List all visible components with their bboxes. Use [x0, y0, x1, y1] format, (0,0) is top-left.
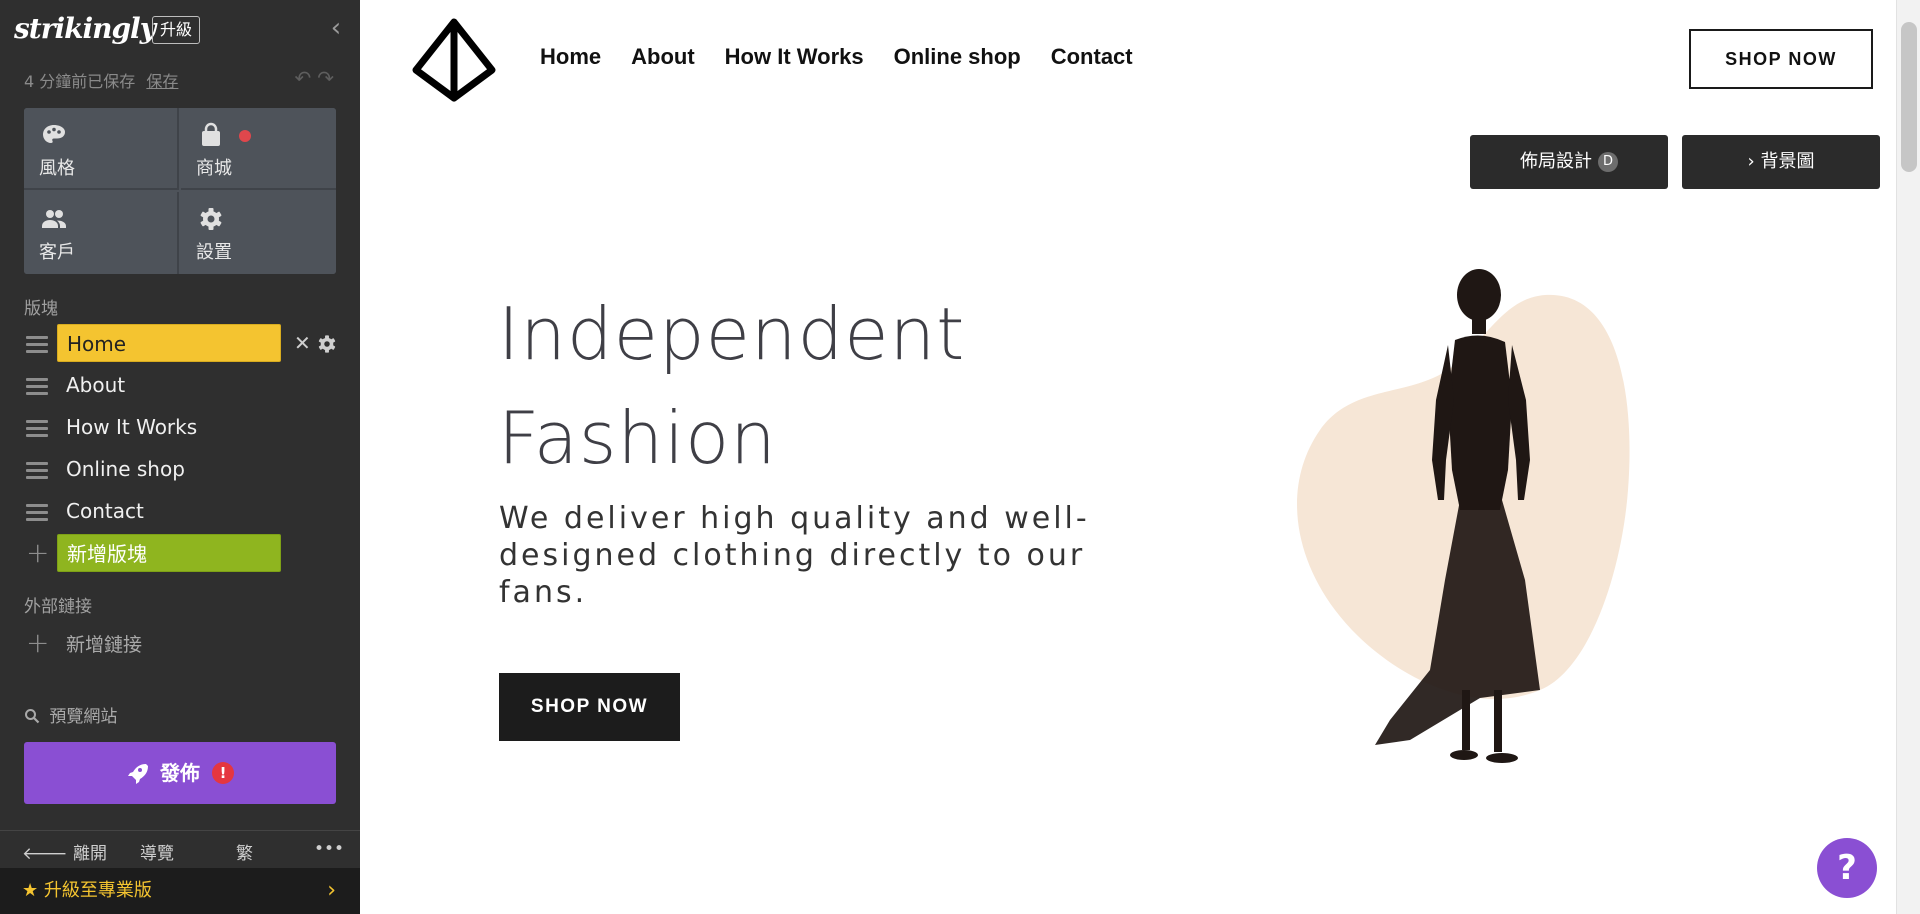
help-button[interactable]: ? [1817, 838, 1877, 898]
tile-style-label: 風格 [39, 158, 75, 179]
drag-handle-icon[interactable] [26, 504, 48, 521]
save-status-row: 4 分鐘前已保存 保存 ↶↷ [24, 66, 340, 92]
search-icon [25, 709, 40, 724]
strikingly-logo: strikingly [14, 12, 156, 45]
people-icon [42, 210, 66, 228]
more-options-icon[interactable]: ••• [314, 839, 344, 859]
block-row-home[interactable]: Home ✕ [0, 324, 360, 364]
exit-label: 離開 [73, 844, 107, 864]
tile-customers-label: 客戶 [39, 242, 75, 263]
alert-icon: ! [212, 762, 234, 784]
save-status-text: 4 分鐘前已保存 [24, 72, 136, 91]
plus-icon: + [26, 626, 50, 659]
hero-title-line1: Independent [498, 292, 966, 376]
background-image-button[interactable]: › 背景圖 [1682, 135, 1880, 189]
hero-title[interactable]: Independent Fashion [498, 282, 965, 490]
upgrade-pro-label: 升級至專業版 [43, 880, 152, 901]
layout-design-label: 佈局設計 [1520, 151, 1592, 172]
layout-design-button[interactable]: 佈局設計 D [1470, 135, 1668, 189]
preview-site-label: 預覽網站 [49, 707, 118, 727]
drag-handle-icon[interactable] [26, 378, 48, 395]
block-row-online-shop[interactable]: Online shop [0, 450, 360, 490]
nav-contact[interactable]: Contact [1051, 44, 1133, 70]
guide-button[interactable]: 導覽 [140, 839, 174, 864]
nav-online-shop[interactable]: Online shop [894, 44, 1021, 70]
site-nav: Home About How It Works Online shop Cont… [540, 44, 1133, 70]
preview-site-link[interactable]: 預覽網站 [24, 702, 117, 727]
add-link-button[interactable]: 新增鏈接 [66, 630, 142, 657]
store-notification-dot [239, 130, 251, 142]
upgrade-badge[interactable]: 升級 [152, 16, 201, 44]
hero-image[interactable] [1240, 250, 1660, 790]
collapse-sidebar-icon[interactable]: ‹ [326, 15, 346, 41]
hero-shop-now-button[interactable]: SHOP NOW [499, 673, 680, 741]
block-label-about[interactable]: About [57, 366, 281, 404]
close-icon[interactable]: ✕ [294, 331, 311, 355]
editor-sidebar: strikingly 升級 ‹ 4 分鐘前已保存 保存 ↶↷ 風格 商城 客戶 … [0, 0, 360, 914]
drag-handle-icon[interactable] [26, 420, 48, 437]
sidebar-tiles: 風格 商城 客戶 設置 [24, 108, 336, 274]
blocks-heading: 版塊 [24, 299, 58, 319]
save-link[interactable]: 保存 [146, 72, 178, 91]
palette-icon [43, 125, 65, 143]
tile-customers[interactable]: 客戶 [24, 192, 179, 274]
app-window: strikingly 升級 ‹ 4 分鐘前已保存 保存 ↶↷ 風格 商城 客戶 … [0, 0, 1920, 914]
rocket-icon [128, 764, 148, 784]
gear-icon [200, 208, 222, 230]
plus-icon: + [26, 536, 50, 569]
chevron-right-icon: › [327, 878, 336, 903]
tile-settings[interactable]: 設置 [181, 192, 336, 274]
block-label-home[interactable]: Home [57, 324, 281, 362]
block-row-about[interactable]: About [0, 366, 360, 406]
drag-handle-icon[interactable] [26, 462, 48, 479]
star-icon: ★ [22, 880, 39, 901]
block-row-contact[interactable]: Contact [0, 492, 360, 532]
tile-settings-label: 設置 [196, 242, 232, 263]
scrollbar-thumb[interactable] [1901, 22, 1917, 172]
block-label-contact[interactable]: Contact [57, 492, 281, 530]
tile-style[interactable]: 風格 [24, 108, 179, 190]
block-gear-icon[interactable] [316, 333, 338, 355]
nav-about[interactable]: About [631, 44, 695, 70]
shop-now-header-button[interactable]: SHOP NOW [1689, 29, 1873, 89]
tile-store[interactable]: 商城 [181, 108, 336, 190]
external-links-heading: 外部鏈接 [24, 597, 92, 617]
add-block-button[interactable]: 新增版塊 [57, 534, 281, 572]
undo-redo-icons[interactable]: ↶↷ [294, 66, 340, 90]
layout-badge: D [1598, 152, 1618, 172]
publish-label: 發佈 [160, 761, 200, 785]
exit-button[interactable]: 🡐 離開 [22, 839, 107, 864]
add-block-row[interactable]: + 新增版塊 [0, 534, 360, 574]
hero-title-line2: Fashion [498, 396, 777, 480]
hero-subtitle[interactable]: We deliver high quality and well-designe… [499, 500, 1139, 611]
block-row-how-it-works[interactable]: How It Works [0, 408, 360, 448]
language-button[interactable]: 繁 [236, 839, 253, 864]
page-scrollbar[interactable] [1896, 0, 1920, 914]
site-preview: Home About How It Works Online shop Cont… [360, 0, 1896, 914]
arrow-left-icon: 🡐 [22, 844, 68, 864]
sidebar-header: strikingly 升級 ‹ [14, 12, 346, 48]
tile-store-label: 商城 [196, 158, 232, 179]
publish-button[interactable]: 發佈 ! [24, 742, 336, 804]
add-link-row[interactable]: + 新增鏈接 [0, 624, 360, 664]
site-logo-icon[interactable] [412, 18, 496, 102]
upgrade-pro-bar[interactable]: ★ 升級至專業版 › [0, 868, 360, 914]
shopping-bag-icon [202, 122, 220, 146]
nav-how-it-works[interactable]: How It Works [725, 44, 864, 70]
nav-home[interactable]: Home [540, 44, 601, 70]
block-label-online-shop[interactable]: Online shop [57, 450, 281, 488]
block-label-how-it-works[interactable]: How It Works [57, 408, 281, 446]
sidebar-footer: 🡐 離開 導覽 繁 ••• [0, 830, 360, 868]
drag-handle-icon[interactable] [26, 336, 48, 353]
